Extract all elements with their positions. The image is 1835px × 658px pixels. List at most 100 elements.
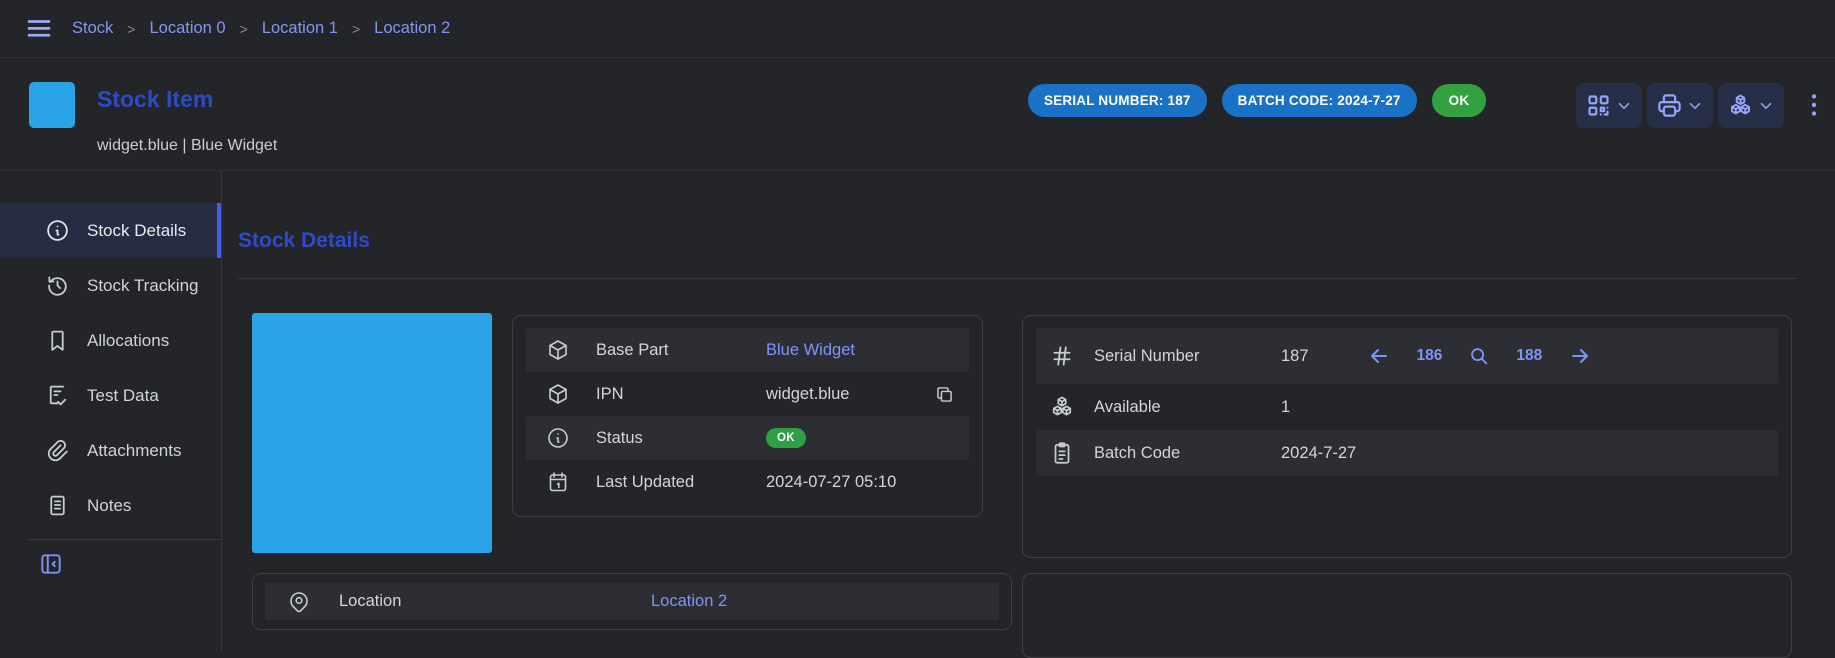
status-badges: SERIAL NUMBER: 187 BATCH CODE: 2024-7-27… [1028, 84, 1486, 117]
stock-actions-button[interactable] [1718, 83, 1784, 128]
sidebar-collapse-icon [38, 551, 64, 577]
find-serial-button[interactable] [1468, 345, 1490, 367]
stock-cubes-icon [1049, 394, 1075, 420]
detail-label: Last Updated [596, 473, 766, 492]
collapse-sidebar-button[interactable] [38, 551, 64, 577]
box-icon [546, 338, 570, 362]
page-title: Stock Item [97, 86, 213, 113]
content-divider [238, 278, 1797, 279]
empty-panel [1022, 573, 1792, 658]
previous-serial-link[interactable]: 186 [1417, 347, 1443, 365]
available-value: 1 [1281, 398, 1290, 417]
detail-row-base-part: Base Part Blue Widget [526, 328, 969, 372]
chevron-down-icon [1615, 97, 1633, 115]
next-serial-link[interactable]: 188 [1516, 347, 1542, 365]
print-actions-button[interactable] [1647, 83, 1713, 128]
chevron-down-icon [1757, 97, 1775, 115]
copy-icon [934, 384, 955, 405]
stock-table: Serial Number 187 186 188 [1022, 315, 1792, 558]
breadcrumb-separator: > [352, 21, 360, 37]
dots-vertical-icon [1801, 91, 1827, 121]
detail-row-last-updated: Last Updated 2024-07-27 05:10 [526, 460, 969, 504]
batch-code-value: 2024-7-27 [1281, 444, 1356, 463]
available-label: Available [1094, 398, 1281, 417]
sidebar-item-label: Allocations [87, 331, 169, 351]
breadcrumb-location-2[interactable]: Location 2 [374, 19, 450, 38]
breadcrumb-location-1[interactable]: Location 1 [262, 19, 338, 38]
hamburger-icon [24, 14, 54, 44]
header-action-buttons [1576, 83, 1827, 128]
info-circle-icon [45, 218, 70, 243]
serial-number-badge: SERIAL NUMBER: 187 [1028, 84, 1207, 117]
clipboard-icon [1049, 440, 1075, 466]
sidebar-item-label: Attachments [87, 441, 182, 461]
page-subtitle: widget.blue | Blue Widget [97, 137, 277, 155]
paperclip-icon [45, 438, 70, 463]
status-ok-badge: OK [1432, 84, 1487, 117]
breadcrumb: Stock > Location 0 > Location 1 > Locati… [72, 19, 450, 38]
history-icon [45, 273, 70, 298]
breadcrumb-stock[interactable]: Stock [72, 19, 113, 38]
sidebar-item-stock-details[interactable]: Stock Details [0, 203, 221, 258]
available-row: Available 1 [1036, 384, 1778, 430]
detail-row-ipn: IPN widget.blue [526, 372, 969, 416]
detail-label: Base Part [596, 341, 766, 360]
serial-navigation: 186 188 [1367, 344, 1593, 368]
info-circle-icon [546, 426, 570, 450]
copy-button[interactable] [934, 384, 955, 405]
detail-label: IPN [596, 385, 766, 404]
stock-item-image[interactable] [252, 313, 492, 553]
detail-row-status: Status OK [526, 416, 969, 460]
sidebar-item-test-data[interactable]: Test Data [0, 368, 221, 423]
serial-number-row: Serial Number 187 186 188 [1036, 328, 1778, 384]
note-icon [45, 493, 70, 518]
breadcrumb-separator: > [240, 21, 248, 37]
status-ok-pill: OK [766, 428, 806, 448]
content-heading: Stock Details [238, 229, 370, 253]
arrow-right-icon [1568, 344, 1592, 368]
sidebar-item-label: Notes [87, 496, 131, 516]
location-row: Location Location 2 [265, 583, 999, 620]
stock-cubes-icon [1727, 92, 1754, 119]
sidebar-item-notes[interactable]: Notes [0, 478, 221, 533]
more-options-button[interactable] [1801, 91, 1827, 121]
previous-serial-button[interactable] [1367, 344, 1391, 368]
base-part-link[interactable]: Blue Widget [766, 341, 855, 360]
chevron-down-icon [1686, 97, 1704, 115]
batch-code-label: Batch Code [1094, 444, 1281, 463]
serial-number-value: 187 [1281, 347, 1309, 366]
test-report-icon [45, 383, 70, 408]
stock-item-thumbnail[interactable] [29, 82, 75, 128]
map-pin-icon [287, 590, 311, 614]
batch-code-badge: BATCH CODE: 2024-7-27 [1222, 84, 1417, 117]
printer-icon [1656, 92, 1683, 119]
last-updated-value: 2024-07-27 05:10 [766, 473, 896, 492]
top-navigation-bar: Stock > Location 0 > Location 1 > Locati… [0, 0, 1835, 58]
search-icon [1468, 345, 1490, 367]
sidebar-item-stock-tracking[interactable]: Stock Tracking [0, 258, 221, 313]
arrow-left-icon [1367, 344, 1391, 368]
qrcode-icon [1585, 92, 1612, 119]
sidebar: Stock Details Stock Tracking Allocations… [0, 171, 222, 651]
breadcrumb-location-0[interactable]: Location 0 [149, 19, 225, 38]
next-serial-button[interactable] [1568, 344, 1592, 368]
ipn-value: widget.blue [766, 385, 849, 404]
hash-icon [1049, 343, 1075, 369]
sidebar-item-allocations[interactable]: Allocations [0, 313, 221, 368]
location-label: Location [339, 592, 651, 611]
breadcrumb-separator: > [127, 21, 135, 37]
calendar-icon [546, 470, 570, 494]
bookmark-icon [45, 328, 70, 353]
batch-code-row: Batch Code 2024-7-27 [1036, 430, 1778, 476]
header-divider [0, 170, 1835, 171]
sidebar-item-label: Stock Tracking [87, 276, 199, 296]
barcode-actions-button[interactable] [1576, 83, 1642, 128]
sidebar-item-label: Stock Details [87, 221, 186, 241]
menu-button[interactable] [24, 14, 54, 44]
details-table: Base Part Blue Widget IPN widget.blue St… [512, 315, 983, 517]
detail-label: Status [596, 429, 766, 448]
location-link[interactable]: Location 2 [651, 592, 727, 611]
sidebar-divider [28, 539, 221, 540]
box-icon [546, 382, 570, 406]
sidebar-item-attachments[interactable]: Attachments [0, 423, 221, 478]
